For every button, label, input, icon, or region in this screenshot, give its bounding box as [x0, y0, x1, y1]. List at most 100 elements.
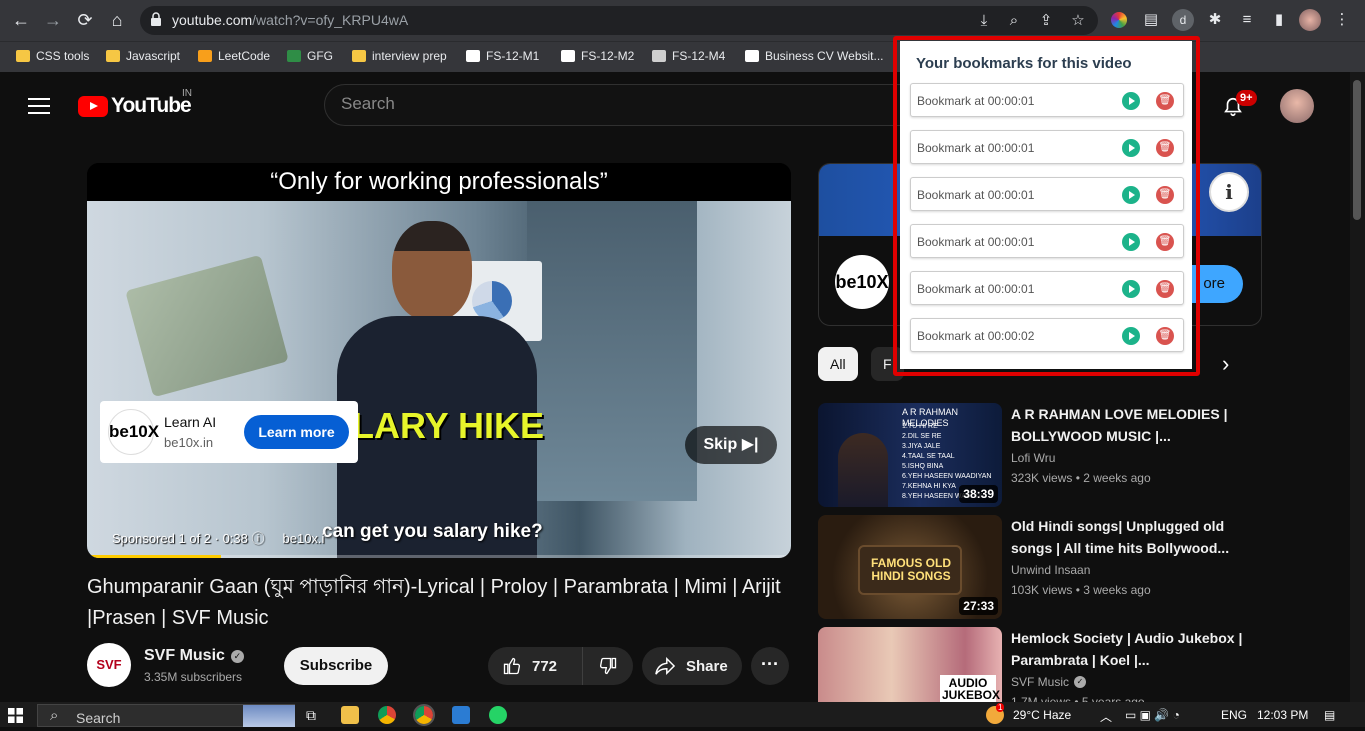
tray-chevron-icon[interactable]: ︿ [1100, 708, 1112, 725]
recommendation-channel[interactable]: Unwind Insaan [1011, 563, 1090, 577]
thumbs-down-icon [599, 657, 617, 675]
scrollbar-thumb[interactable] [1353, 80, 1361, 220]
recommendation-thumbnail[interactable]: AUDIO JUKEBOX [818, 627, 1002, 702]
bookmark-label: CSS tools [36, 49, 90, 63]
video-frame [87, 201, 791, 558]
chrome-icon[interactable] [378, 706, 396, 724]
bookmark-favicon-icon [466, 50, 480, 62]
back-arrow-icon[interactable]: ← [9, 8, 33, 32]
install-app-icon[interactable]: ⤓ [974, 11, 994, 31]
weather-text[interactable]: 29°C Haze [1013, 708, 1071, 722]
browser-toolbar: ← → ⟳ ⌂ youtube.com/watch?v=ofy_KRPU4wA … [0, 0, 1365, 41]
more-vert-icon[interactable]: ⋮ [1331, 9, 1353, 31]
country-code: IN [182, 88, 192, 99]
duration-badge: 38:39 [959, 485, 998, 503]
hamburger-menu-icon[interactable] [28, 98, 50, 114]
bookmark-item[interactable]: Javascript [106, 49, 180, 63]
clock[interactable]: 12:03 PM [1257, 708, 1308, 722]
bookmark-favicon-icon [16, 50, 30, 62]
chevron-right-icon[interactable]: › [1222, 352, 1229, 376]
notification-badge: 9+ [1236, 90, 1257, 106]
forward-arrow-icon[interactable]: → [41, 8, 65, 32]
bookmark-item[interactable]: LeetCode [198, 49, 270, 63]
ad-progress-fill [87, 555, 221, 558]
money-image [125, 254, 289, 398]
vscode-icon[interactable] [452, 706, 470, 724]
video-title: Ghumparanir Gaan (ঘুম পাড়ানির গান)-Lyri… [87, 576, 781, 629]
windows-taskbar: ⌕ Search ⧉ 1 29°C Haze ︿ ▭ ▣ 🔊 ◔ ENG 12:… [0, 702, 1365, 727]
file-explorer-icon[interactable] [341, 706, 359, 724]
recommendation-title[interactable]: Old Hindi songs| Unplugged old songs | A… [1011, 515, 1251, 559]
language-indicator[interactable]: ENG [1221, 708, 1247, 722]
learn-more-button[interactable]: Learn more [244, 415, 349, 449]
bookmark-item[interactable]: interview prep [352, 49, 447, 63]
recommendation-thumbnail[interactable]: A R RAHMAN MELODIES 1.TU HI RE 2.DIL SE R… [818, 403, 1002, 507]
youtube-logo[interactable]: YouTube IN [78, 88, 192, 118]
task-view-icon[interactable]: ⧉ [302, 706, 320, 724]
info-circle-icon[interactable]: ⓘ [252, 531, 265, 546]
bookmark-item[interactable]: GFG [287, 49, 333, 63]
weather-badge: 1 [996, 703, 1005, 712]
bookmark-star-icon[interactable]: ☆ [1068, 11, 1088, 31]
puzzle-icon[interactable]: ✱ [1204, 9, 1226, 31]
weather-icon[interactable]: 1 [986, 703, 1005, 724]
recommendation-thumbnail[interactable]: FAMOUS OLD HINDI SONGS 27:33 [818, 515, 1002, 619]
recommendation-item[interactable]: FAMOUS OLD HINDI SONGS 27:33 Old Hindi s… [818, 515, 1258, 619]
notification-center-icon[interactable]: ▤ [1324, 708, 1335, 722]
address-bar[interactable]: youtube.com/watch?v=ofy_KRPU4wA ⤓ ⌕ ⇪ ☆ [140, 6, 1098, 35]
bookmark-label: interview prep [372, 49, 447, 63]
reload-icon[interactable]: ⟳ [73, 8, 97, 32]
youtube-play-icon [78, 95, 108, 117]
bookmark-favicon-icon [561, 50, 575, 62]
zoom-icon[interactable]: ⌕ [1004, 11, 1024, 31]
dislike-button[interactable] [583, 647, 633, 685]
sponsored-text: Sponsored 1 of 2 · 0:38 [112, 531, 248, 546]
tray-icons[interactable]: ▭ ▣ 🔊 ◔ [1125, 708, 1180, 722]
recommendation-channel[interactable]: SVF Music ✓ [1011, 675, 1087, 689]
chip-all[interactable]: All [818, 347, 858, 381]
share-page-icon[interactable]: ⇪ [1036, 11, 1056, 31]
search-box[interactable] [324, 84, 904, 126]
video-player[interactable]: “Only for working professionals” LARY HI… [87, 163, 791, 558]
artist-image [838, 433, 888, 507]
recommendation-channel[interactable]: Lofi Wru [1011, 451, 1055, 465]
home-icon[interactable]: ⌂ [105, 8, 129, 32]
recommendation-title[interactable]: Hemlock Society | Audio Jukebox | Paramb… [1011, 627, 1251, 671]
video-caption: can get you salary hike? [322, 521, 543, 542]
color-extension-icon[interactable] [1108, 9, 1130, 31]
recommendation-item[interactable]: A R RAHMAN MELODIES 1.TU HI RE 2.DIL SE R… [818, 403, 1258, 507]
like-button[interactable]: 772 [488, 647, 583, 685]
bookmark-label: FS-12-M2 [581, 49, 635, 63]
taskbar-search[interactable]: ⌕ Search [37, 704, 295, 727]
chrome-active-icon[interactable] [413, 704, 435, 726]
profile-avatar[interactable] [1299, 9, 1321, 31]
windows-start-icon[interactable] [8, 708, 23, 723]
search-input[interactable] [341, 94, 881, 114]
recommendation-title[interactable]: A R RAHMAN LOVE MELODIES | BOLLYWOOD MUS… [1011, 403, 1251, 447]
whatsapp-icon[interactable] [489, 706, 507, 724]
reader-extension-icon[interactable]: ▤ [1140, 9, 1162, 31]
ad-card[interactable]: be10X Learn AI be10x.in Learn more [100, 401, 358, 463]
share-button[interactable]: Share [642, 647, 742, 685]
media-queue-icon[interactable]: ≡ [1236, 9, 1258, 31]
bookmark-extension-icon[interactable]: d [1172, 9, 1194, 31]
bookmark-item[interactable]: FS-12-M2 [561, 49, 634, 63]
channel-avatar[interactable]: SVF [87, 643, 131, 687]
side-panel-icon[interactable]: ▮ [1268, 9, 1290, 31]
more-actions-button[interactable]: ··· [751, 647, 789, 685]
sponsored-domain[interactable]: be10x.i [283, 531, 325, 546]
bookmark-item[interactable]: CSS tools [16, 49, 89, 63]
bookmark-item[interactable]: Business CV Websit... [745, 49, 884, 63]
info-icon[interactable]: i [1209, 172, 1249, 212]
skip-next-icon: ▶| [741, 436, 759, 453]
bookmark-label: FS-12-M1 [486, 49, 540, 63]
skip-label: Skip [703, 436, 738, 453]
channel-name[interactable]: SVF Music ✓ [144, 647, 244, 665]
bookmark-item[interactable]: FS-12-M1 [466, 49, 539, 63]
duration-badge: 27:33 [959, 597, 998, 615]
subscribe-button[interactable]: Subscribe [284, 647, 388, 685]
skip-ad-button[interactable]: Skip ▶| [685, 426, 777, 464]
bookmark-item[interactable]: FS-12-M4 [652, 49, 725, 63]
account-avatar[interactable] [1280, 89, 1314, 123]
ad-progress-bar[interactable] [87, 555, 791, 558]
